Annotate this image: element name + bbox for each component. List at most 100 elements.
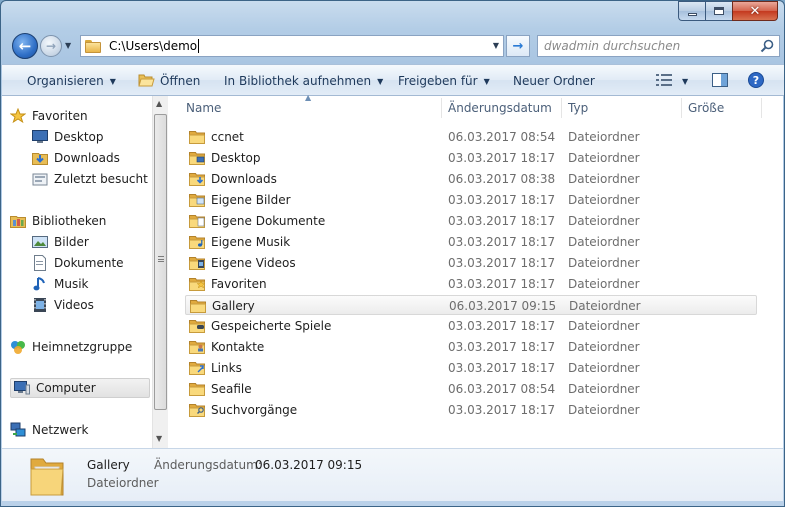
back-arrow-icon: ← <box>18 37 32 55</box>
sidebar-item-computer[interactable]: Computer <box>10 378 150 398</box>
search-box[interactable]: dwadmin durchsuchen <box>537 35 780 57</box>
file-row[interactable]: Eigene Dokumente 03.03.2017 18:17 Dateiord… <box>185 211 757 231</box>
sidebar-item-network[interactable]: Netzwerk <box>10 420 148 440</box>
file-name-cell[interactable]: Eigene Bilder <box>189 192 291 208</box>
file-name-cell[interactable]: ccnet <box>189 129 244 145</box>
file-row[interactable]: Gespeicherte Spiele 03.03.2017 18:17 Datei… <box>185 316 757 336</box>
file-name-cell[interactable]: Kontakte <box>189 339 264 355</box>
column-divider[interactable] <box>441 98 442 118</box>
sidebar-item-homegroup[interactable]: Heimnetzgruppe <box>10 337 148 357</box>
organize-menu[interactable]: Organisieren ▼ <box>27 72 116 90</box>
column-header-label: Größe <box>688 101 725 115</box>
file-row[interactable]: Seafile 06.03.2017 08:54 Dateiordner <box>185 379 757 399</box>
help-button[interactable]: ? <box>748 71 764 91</box>
scroll-thumb[interactable] <box>154 114 167 410</box>
file-type: Dateiordner <box>568 319 640 333</box>
scroll-up-icon[interactable]: ▲ <box>156 99 162 108</box>
file-name-cell[interactable]: Favoriten <box>189 276 267 292</box>
pictures-icon <box>32 234 48 250</box>
file-row[interactable]: Desktop 03.03.2017 18:17 Dateiordner <box>185 148 757 168</box>
include-library-menu[interactable]: In Bibliothek aufnehmen ▼ <box>224 72 383 90</box>
sidebar-item-desktop[interactable]: Desktop <box>32 127 148 147</box>
file-name-cell[interactable]: Eigene Dokumente <box>189 213 325 229</box>
file-name-cell[interactable]: Seafile <box>189 381 252 397</box>
help-icon: ? <box>748 71 764 91</box>
navigation-scrollbar[interactable]: ▲ ▼ <box>152 96 168 448</box>
file-name-cell[interactable]: Downloads <box>189 171 277 187</box>
file-row[interactable]: Links 03.03.2017 18:17 Dateiordner <box>185 358 757 378</box>
column-header-size[interactable]: Größe <box>688 96 724 120</box>
scroll-down-icon[interactable]: ▼ <box>156 434 162 443</box>
address-text[interactable]: C:\Users\demo <box>109 39 197 53</box>
file-row[interactable]: Suchvorgänge 03.03.2017 18:17 Dateiordner <box>185 400 757 420</box>
sidebar-item-recent[interactable]: Zuletzt besucht <box>32 169 148 189</box>
preview-pane-icon <box>712 72 728 90</box>
file-name-cell[interactable]: Links <box>189 360 242 376</box>
column-divider[interactable] <box>561 98 562 118</box>
sidebar-item-label: Videos <box>54 298 94 312</box>
new-folder-label: Neuer Ordner <box>513 74 595 88</box>
sidebar-item-favorites[interactable]: Favoriten <box>10 106 148 126</box>
desktop-folder-icon <box>189 150 205 166</box>
address-bar[interactable]: C:\Users\demo ▼ <box>80 35 504 57</box>
forward-button[interactable]: → <box>40 35 62 57</box>
file-name-cell[interactable]: Desktop <box>189 150 261 166</box>
file-row[interactable]: ccnet 06.03.2017 08:54 Dateiordner <box>185 127 757 147</box>
search-icon[interactable] <box>760 39 774 56</box>
file-row[interactable]: Eigene Musik 03.03.2017 18:17 Dateiordner <box>185 232 757 252</box>
column-header-name[interactable]: Name <box>186 96 221 120</box>
chevron-down-icon: ▼ <box>109 76 116 86</box>
downloads-folder-icon <box>189 171 205 187</box>
file-name: Eigene Dokumente <box>211 214 326 228</box>
saved-games-folder-icon <box>189 318 205 334</box>
file-row[interactable]: Favoriten 03.03.2017 18:17 Dateiordner <box>185 274 757 294</box>
sidebar-item-libraries[interactable]: Bibliotheken <box>10 211 148 231</box>
sidebar-item-label: Heimnetzgruppe <box>32 340 133 354</box>
command-bar: Organisieren ▼ Öffnen In Bibliothek aufne… <box>2 64 784 96</box>
sidebar-item-music[interactable]: Musik <box>32 274 148 294</box>
open-button[interactable]: Öffnen <box>138 72 200 90</box>
file-name: Desktop <box>211 151 261 165</box>
file-row[interactable]: Eigene Videos 03.03.2017 18:17 Dateiordner <box>185 253 757 273</box>
music-folder-icon <box>189 234 205 250</box>
file-name-cell[interactable]: Suchvorgänge <box>189 402 297 418</box>
column-divider[interactable] <box>761 98 762 118</box>
forward-arrow-icon: → <box>45 39 57 53</box>
file-name-cell[interactable]: Gallery <box>190 298 255 314</box>
preview-pane-button[interactable] <box>712 71 728 91</box>
network-icon <box>10 422 26 438</box>
go-button[interactable]: → <box>506 35 530 57</box>
file-name-cell[interactable]: Eigene Musik <box>189 234 290 250</box>
column-divider[interactable] <box>681 98 682 118</box>
file-row[interactable]: Downloads 06.03.2017 08:38 Dateiordner <box>185 169 757 189</box>
maximize-icon <box>714 7 724 15</box>
details-pane: Gallery Dateiordner Änderungsdatum: 06.0… <box>2 448 783 501</box>
maximize-button[interactable] <box>705 1 732 21</box>
file-row[interactable]: Gallery 06.03.2017 09:15 Dateiordner <box>185 295 757 315</box>
sidebar-item-videos[interactable]: Videos <box>32 295 148 315</box>
file-row[interactable]: Eigene Bilder 03.03.2017 18:17 Dateiordner <box>185 190 757 210</box>
recent-pages-dropdown[interactable]: ▼ <box>65 41 75 51</box>
column-header-type[interactable]: Typ <box>568 96 588 120</box>
file-date: 03.03.2017 18:17 <box>448 193 556 207</box>
sidebar-item-documents[interactable]: Dokumente <box>32 253 148 273</box>
desktop-icon <box>32 129 48 145</box>
sidebar-item-downloads[interactable]: Downloads <box>32 148 148 168</box>
close-button[interactable]: ✕ <box>732 1 778 21</box>
search-input[interactable]: dwadmin durchsuchen <box>544 39 680 53</box>
folder-icon <box>85 39 101 53</box>
file-name-cell[interactable]: Gespeicherte Spiele <box>189 318 331 334</box>
view-options-button[interactable]: ▼ <box>656 71 688 91</box>
file-date: 06.03.2017 09:15 <box>449 299 557 313</box>
address-dropdown-icon[interactable]: ▼ <box>493 41 499 50</box>
sidebar-item-pictures[interactable]: Bilder <box>32 232 148 252</box>
column-header-date[interactable]: Änderungsdatum <box>448 96 552 120</box>
new-folder-button[interactable]: Neuer Ordner <box>513 72 595 90</box>
sidebar-item-label: Bilder <box>54 235 89 249</box>
share-menu[interactable]: Freigeben für ▼ <box>398 72 490 90</box>
file-row[interactable]: Kontakte 03.03.2017 18:17 Dateiordner <box>185 337 757 357</box>
back-button[interactable]: ← <box>12 33 38 59</box>
file-date: 03.03.2017 18:17 <box>448 214 556 228</box>
file-name-cell[interactable]: Eigene Videos <box>189 255 296 271</box>
minimize-button[interactable] <box>678 1 705 21</box>
